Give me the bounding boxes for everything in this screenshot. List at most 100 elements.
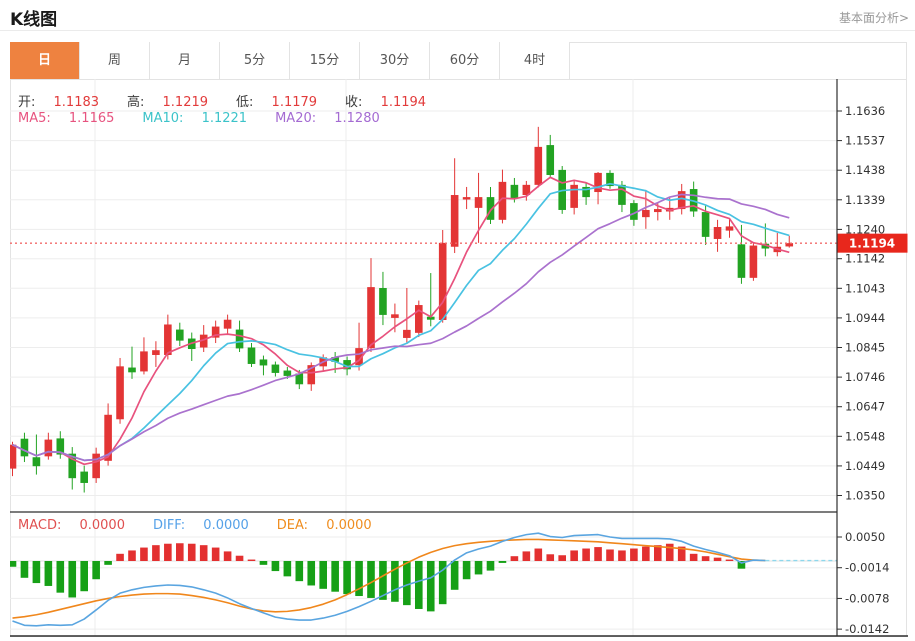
candle bbox=[33, 457, 41, 466]
macd-bar bbox=[535, 549, 543, 561]
macd-bar bbox=[487, 561, 495, 571]
tab-4hour[interactable]: 4时 bbox=[500, 42, 570, 79]
candle bbox=[570, 185, 578, 208]
macd-bar bbox=[260, 561, 268, 565]
candle bbox=[236, 330, 244, 349]
price-axis-label: 1.0845 bbox=[845, 341, 885, 355]
candle bbox=[415, 305, 423, 333]
macd-bar bbox=[714, 558, 722, 561]
candle bbox=[475, 197, 483, 208]
fundamental-analysis-link[interactable]: 基本面分析> bbox=[839, 9, 909, 26]
kline-chart-svg: 1.11941.16361.15371.14381.13391.12401.11… bbox=[10, 79, 908, 638]
tab-15min[interactable]: 15分 bbox=[290, 42, 360, 79]
tab-5min[interactable]: 5分 bbox=[220, 42, 290, 79]
diff-line bbox=[13, 533, 766, 626]
macd-bar bbox=[463, 561, 471, 579]
candle bbox=[546, 145, 554, 175]
macd-bar bbox=[666, 544, 674, 561]
candle bbox=[164, 324, 172, 354]
macd-bar bbox=[499, 561, 507, 563]
tab-week[interactable]: 周 bbox=[80, 42, 150, 79]
price-axis-label: 1.1043 bbox=[845, 281, 885, 295]
macd-bar bbox=[10, 561, 16, 567]
macd-bar bbox=[272, 561, 280, 571]
macd-axis-label: -0.0142 bbox=[845, 622, 889, 636]
macd-axis-label: -0.0078 bbox=[845, 591, 889, 605]
macd-bar bbox=[594, 547, 602, 561]
candle bbox=[260, 359, 268, 365]
tab-day[interactable]: 日 bbox=[10, 42, 80, 79]
macd-bar bbox=[415, 561, 423, 609]
candle bbox=[726, 226, 734, 230]
candle bbox=[714, 227, 722, 239]
tab-30min[interactable]: 30分 bbox=[360, 42, 430, 79]
macd-bar bbox=[690, 554, 698, 561]
candle bbox=[45, 440, 53, 457]
candle bbox=[140, 351, 148, 371]
candle bbox=[702, 212, 710, 237]
macd-bar bbox=[296, 561, 304, 581]
macd-bar bbox=[702, 556, 710, 561]
macd-axis-label: 0.0050 bbox=[845, 530, 885, 544]
macd-bar bbox=[570, 550, 578, 561]
candle bbox=[367, 287, 375, 348]
candle bbox=[21, 439, 29, 457]
macd-bar bbox=[319, 561, 327, 589]
macd-bar bbox=[427, 561, 435, 611]
macd-bar bbox=[558, 555, 566, 561]
ma20-line bbox=[13, 194, 790, 460]
macd-bar bbox=[164, 544, 172, 561]
macd-bar bbox=[236, 556, 244, 561]
macd-bar bbox=[606, 549, 614, 561]
candle bbox=[535, 147, 543, 185]
price-axis-label: 1.0647 bbox=[845, 400, 885, 414]
price-axis-label: 1.0449 bbox=[845, 459, 885, 473]
tab-month[interactable]: 月 bbox=[150, 42, 220, 79]
macd-bar bbox=[343, 561, 351, 594]
current-price-badge-label: 1.1194 bbox=[849, 237, 895, 251]
macd-bar bbox=[224, 551, 232, 561]
macd-bar bbox=[511, 556, 519, 561]
candle bbox=[152, 350, 160, 355]
macd-bar bbox=[21, 561, 29, 578]
macd-bar bbox=[104, 561, 112, 565]
macd-bar bbox=[212, 548, 220, 561]
candle bbox=[248, 348, 256, 364]
candle bbox=[618, 185, 626, 205]
candle bbox=[391, 314, 399, 318]
macd-bar bbox=[176, 543, 184, 561]
ma5-line bbox=[13, 177, 790, 464]
header-divider bbox=[0, 30, 915, 31]
candle bbox=[403, 330, 411, 338]
page-title: K线图 bbox=[10, 5, 57, 30]
macd-bar bbox=[33, 561, 41, 583]
tab-60min[interactable]: 60分 bbox=[430, 42, 500, 79]
macd-bar bbox=[152, 545, 160, 561]
macd-bar bbox=[45, 561, 53, 586]
dea-line bbox=[13, 539, 766, 618]
candle bbox=[116, 366, 124, 419]
candle bbox=[642, 210, 650, 217]
price-axis-label: 1.1537 bbox=[845, 134, 885, 148]
price-axis-label: 1.1240 bbox=[845, 222, 885, 236]
macd-bar bbox=[367, 561, 375, 598]
candle bbox=[738, 244, 746, 277]
price-axis-label: 1.1636 bbox=[845, 104, 885, 118]
price-axis-label: 1.1142 bbox=[845, 252, 885, 266]
candle bbox=[439, 243, 447, 320]
macd-bar bbox=[618, 550, 626, 561]
price-axis-label: 1.0944 bbox=[845, 311, 885, 325]
price-axis-label: 1.0350 bbox=[845, 489, 885, 503]
macd-bar bbox=[475, 561, 483, 574]
candle bbox=[654, 209, 662, 212]
macd-bar bbox=[92, 561, 100, 579]
macd-bar bbox=[403, 561, 411, 605]
candle bbox=[379, 288, 387, 315]
macd-bar bbox=[68, 561, 76, 597]
candle bbox=[451, 195, 459, 247]
macd-bar bbox=[200, 545, 208, 561]
macd-bar bbox=[140, 548, 148, 561]
price-axis-label: 1.1438 bbox=[845, 163, 885, 177]
macd-bar bbox=[523, 551, 531, 561]
macd-bar bbox=[57, 561, 65, 593]
